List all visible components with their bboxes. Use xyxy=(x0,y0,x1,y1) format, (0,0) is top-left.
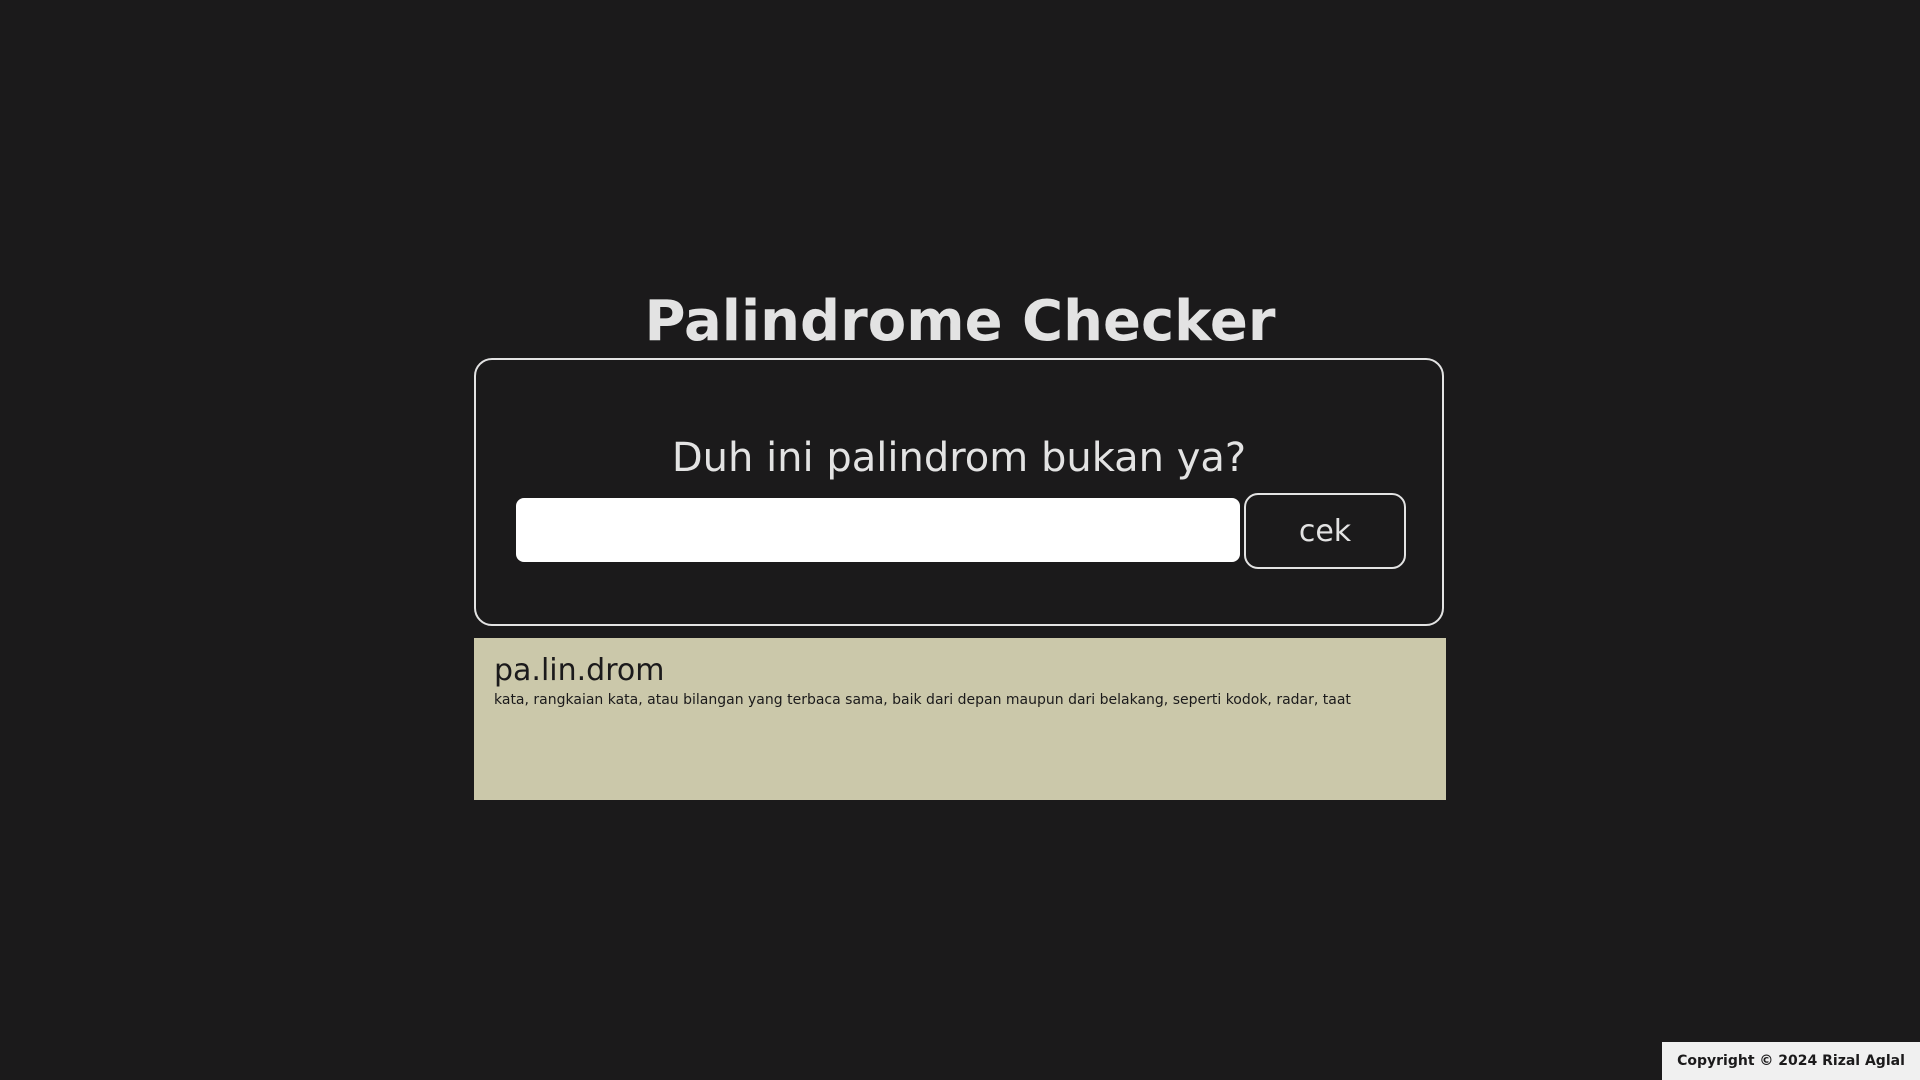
palindrome-input[interactable] xyxy=(516,498,1240,562)
copyright-footer: Copyright © 2024 Rizal Aglal Faozi xyxy=(1662,1042,1920,1080)
definition-panel: pa.lin.drom kata, rangkaian kata, atau b… xyxy=(474,638,1446,800)
definition-term: pa.lin.drom xyxy=(494,653,665,688)
page-title: Palindrome Checker xyxy=(644,289,1276,354)
definition-text: kata, rangkaian kata, atau bilangan yang… xyxy=(494,692,1351,708)
check-button[interactable]: cek xyxy=(1244,493,1406,569)
page: Palindrome Checker Duh ini palindrom buk… xyxy=(0,0,1920,1080)
checker-question: Duh ini palindrom bukan ya? xyxy=(671,435,1247,481)
checker-card: Duh ini palindrom bukan ya? cek xyxy=(474,358,1444,626)
